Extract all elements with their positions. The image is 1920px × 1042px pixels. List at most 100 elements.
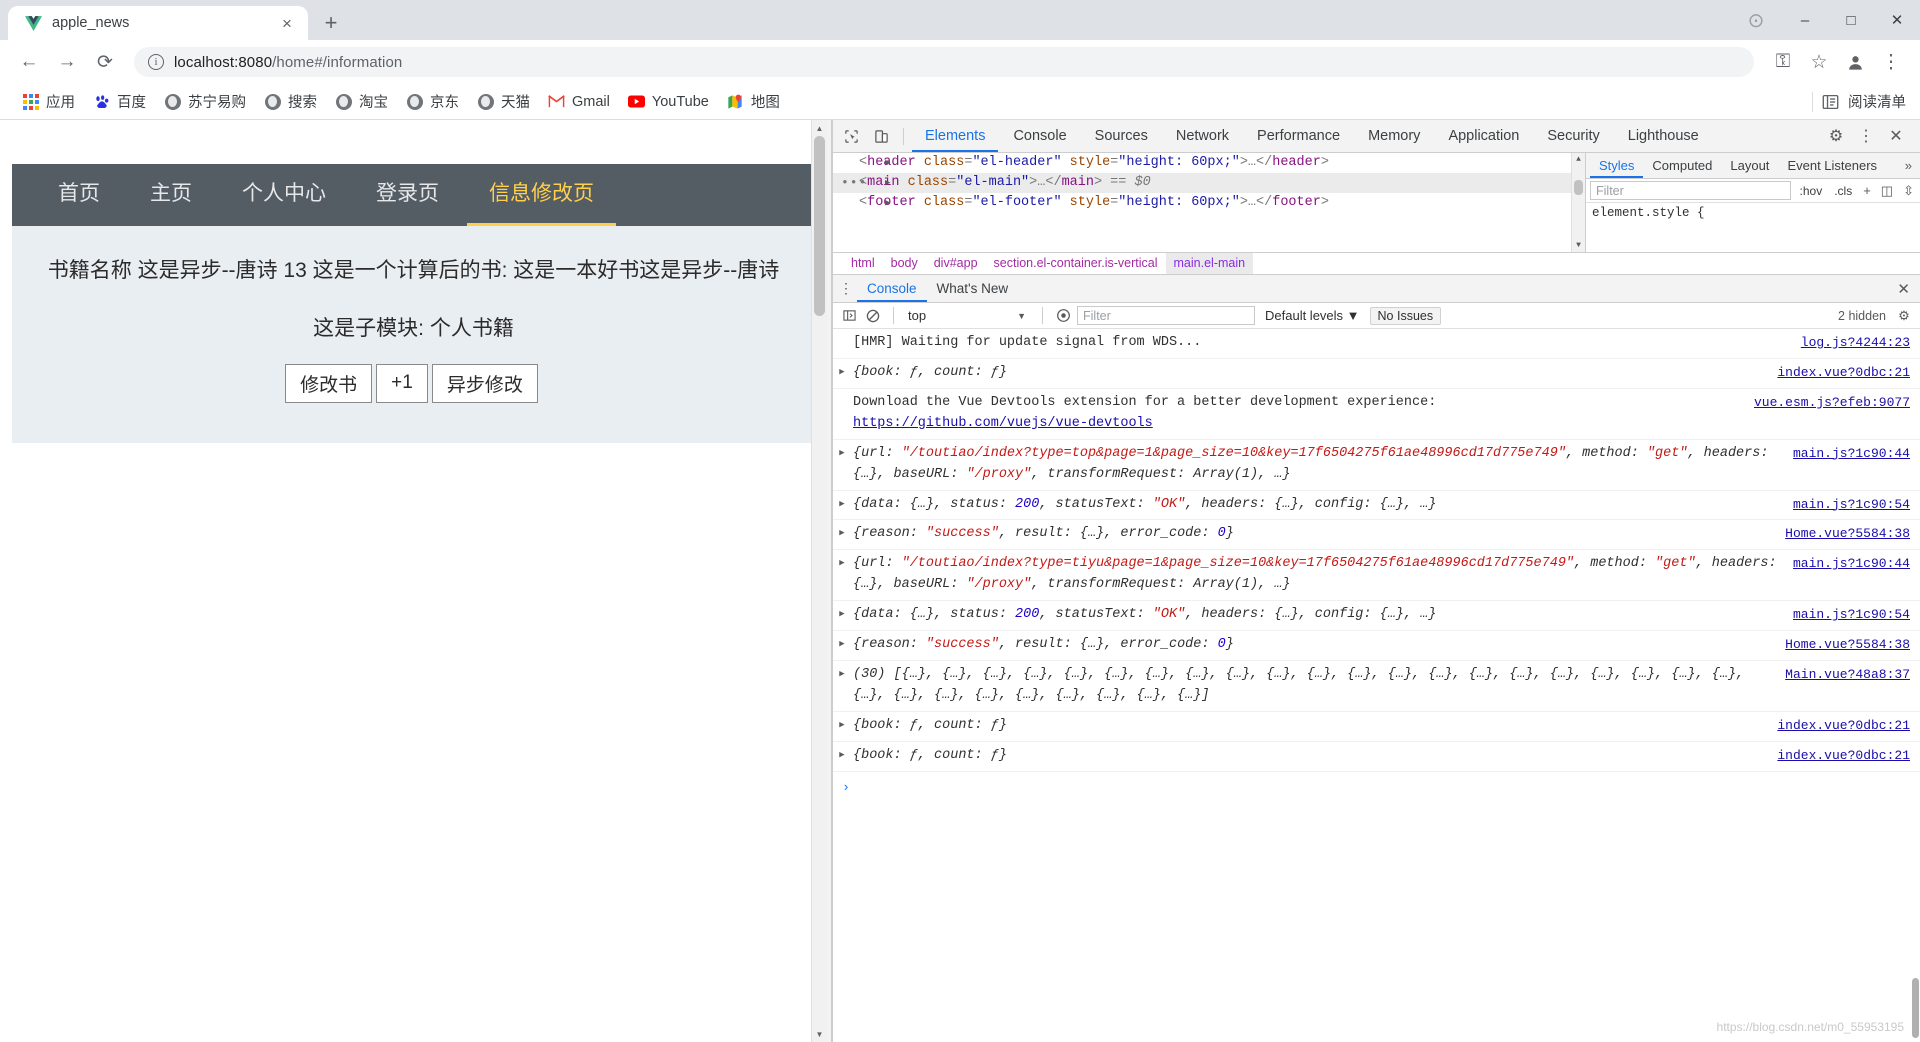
expand-triangle-icon[interactable]: ▶	[833, 665, 851, 707]
console-source-link[interactable]: Home.vue?5584:38	[1773, 635, 1918, 656]
new-style-rule-icon[interactable]: +	[1861, 183, 1873, 198]
console-source-link[interactable]: index.vue?0dbc:21	[1765, 716, 1918, 737]
tab-network[interactable]: Network	[1163, 120, 1242, 152]
expand-triangle-icon[interactable]: ▶	[833, 716, 851, 737]
devtools-menu-icon[interactable]: ⋮	[1852, 123, 1880, 149]
forward-icon[interactable]: →	[50, 45, 84, 79]
breadcrumb-html[interactable]: html	[843, 253, 883, 274]
drawer-tab-console[interactable]: Console	[857, 275, 927, 302]
drawer-close-icon[interactable]: ✕	[1897, 280, 1920, 298]
console-sidebar-icon[interactable]	[839, 306, 859, 326]
async-modify-button[interactable]: 异步修改	[431, 363, 538, 403]
bookmark-search[interactable]: 搜索	[256, 88, 325, 115]
console-source-link[interactable]: index.vue?0dbc:21	[1765, 746, 1918, 767]
console-input[interactable]	[855, 777, 1920, 795]
drawer-menu-icon[interactable]: ⋮	[835, 280, 857, 297]
scroll-thumb[interactable]	[814, 136, 825, 316]
clear-console-icon[interactable]	[863, 306, 883, 326]
scroll-down-arrow[interactable]: ▼	[812, 1026, 827, 1042]
nav-item-personal-center[interactable]: 个人中心	[220, 164, 348, 226]
bookmark-baidu[interactable]: 百度	[85, 88, 154, 115]
tab-security[interactable]: Security	[1534, 120, 1612, 152]
inspect-icon[interactable]	[837, 123, 865, 149]
console-source-link[interactable]: log.js?4244:23	[1789, 333, 1918, 354]
tab-elements[interactable]: Elements	[912, 120, 999, 152]
console-scrollbar-thumb[interactable]	[1912, 978, 1919, 1038]
back-icon[interactable]: ←	[12, 45, 46, 79]
expand-triangle-icon[interactable]: ▶	[833, 495, 851, 516]
hov-toggle[interactable]: :hov	[1797, 184, 1826, 198]
maximize-button[interactable]: □	[1828, 0, 1874, 40]
breadcrumb-section[interactable]: section.el-container.is-vertical	[986, 253, 1166, 274]
bookmark-apps[interactable]: 应用	[14, 88, 83, 115]
dom-node-header[interactable]: ▶ <header class="el-header" style="heigh…	[833, 153, 1585, 173]
profile-icon[interactable]	[1838, 45, 1872, 79]
console-source-link[interactable]: main.js?1c90:44	[1781, 444, 1918, 486]
nav-item-information[interactable]: 信息修改页	[467, 164, 616, 226]
scroll-down-arrow[interactable]: ▼	[1572, 239, 1585, 252]
tab-computed[interactable]: Computed	[1643, 153, 1721, 178]
console-source-link[interactable]: Main.vue?48a8:37	[1773, 665, 1918, 707]
tab-performance[interactable]: Performance	[1244, 120, 1353, 152]
dom-more-icon[interactable]: •••	[841, 173, 867, 193]
expand-triangle-icon[interactable]: ▶	[833, 444, 851, 486]
password-key-icon[interactable]: ⚿	[1766, 45, 1800, 79]
nav-item-login[interactable]: 登录页	[354, 164, 461, 226]
gear-icon[interactable]: ⚙	[1822, 123, 1850, 149]
live-expression-eye-icon[interactable]	[1053, 306, 1073, 326]
cls-toggle[interactable]: .cls	[1831, 184, 1855, 198]
scroll-up-arrow[interactable]: ▲	[812, 120, 827, 136]
devtools-close-icon[interactable]: ✕	[1882, 123, 1910, 149]
expand-triangle-icon[interactable]: ▶	[833, 554, 851, 596]
tab-styles[interactable]: Styles	[1590, 153, 1644, 178]
minimize-button[interactable]: –	[1782, 0, 1828, 40]
increment-button[interactable]: +1	[376, 363, 428, 403]
console-log-entry[interactable]: ▶ {book: ƒ, count: ƒ} index.vue?0dbc:21	[833, 359, 1920, 389]
styles-more-tabs-icon[interactable]: »	[1897, 158, 1920, 173]
address-bar[interactable]: i localhost:8080/home#/information	[134, 47, 1754, 77]
tab-layout[interactable]: Layout	[1721, 153, 1778, 178]
reading-list-button[interactable]: 阅读清单	[1800, 91, 1906, 112]
bookmark-suning[interactable]: 苏宁易购	[156, 88, 254, 115]
vue-devtools-link[interactable]: https://github.com/vuejs/vue-devtools	[853, 416, 1153, 431]
console-log-entry[interactable]: ▶ {data: {…}, status: 200, statusText: "…	[833, 491, 1920, 521]
console-prompt[interactable]: ›	[833, 772, 1920, 800]
console-log-entry[interactable]: ▶ {data: {…}, status: 200, statusText: "…	[833, 601, 1920, 632]
expand-triangle-icon[interactable]: ▶	[833, 363, 851, 384]
bookmark-star-icon[interactable]: ☆	[1802, 45, 1836, 79]
expand-triangle-icon[interactable]: ▶	[833, 605, 851, 626]
expand-triangle-icon[interactable]: ▶	[833, 635, 851, 656]
nav-item-home[interactable]: 首页	[36, 164, 122, 226]
reload-icon[interactable]: ⟳	[88, 45, 122, 79]
console-source-link[interactable]: main.js?1c90:54	[1781, 495, 1918, 516]
tab-memory[interactable]: Memory	[1355, 120, 1433, 152]
console-source-link[interactable]: main.js?1c90:54	[1781, 605, 1918, 626]
page-scrollbar[interactable]: ▲ ▼	[811, 120, 827, 1042]
tab-sources[interactable]: Sources	[1082, 120, 1161, 152]
dom-node-main[interactable]: ••• ▶ <main class="el-main">…</main> == …	[833, 173, 1585, 193]
console-context-selector[interactable]: top ▼	[904, 308, 1032, 323]
styles-settings-icon[interactable]: ⇳	[1901, 183, 1916, 199]
console-log-entry[interactable]: ▶ {reason: "success", result: {…}, error…	[833, 520, 1920, 551]
drawer-tab-whats-new[interactable]: What's New	[927, 275, 1019, 302]
device-toolbar-icon[interactable]	[867, 123, 895, 149]
bookmark-youtube[interactable]: YouTube	[620, 90, 717, 113]
bookmark-jd[interactable]: 京东	[398, 88, 467, 115]
console-log-entry[interactable]: ▶ {book: ƒ, count: ƒ} index.vue?0dbc:21	[833, 712, 1920, 742]
expand-triangle-icon[interactable]: ▶	[885, 193, 890, 213]
tab-application[interactable]: Application	[1435, 120, 1532, 152]
tab-console[interactable]: Console	[1000, 120, 1079, 152]
browser-menu-icon[interactable]: ⋮	[1874, 45, 1908, 79]
console-log-entry[interactable]: [HMR] Waiting for update signal from WDS…	[833, 329, 1920, 359]
dom-node-footer[interactable]: ▶ <footer class="el-footer" style="heigh…	[833, 193, 1585, 213]
circle-icon[interactable]: ⊙	[1730, 0, 1782, 40]
console-settings-gear-icon[interactable]: ⚙	[1894, 306, 1914, 326]
dom-tree-scrollbar[interactable]: ▲ ▼	[1571, 153, 1585, 252]
console-log-entry[interactable]: ▶ (30) [{…}, {…}, {…}, {…}, {…}, {…}, {……	[833, 661, 1920, 712]
nav-item-main[interactable]: 主页	[128, 164, 214, 226]
scroll-thumb[interactable]	[1574, 180, 1583, 195]
chevron-down-icon[interactable]: ▼	[1017, 311, 1032, 321]
console-log-entry[interactable]: ▶ {reason: "success", result: {…}, error…	[833, 631, 1920, 662]
expand-triangle-icon[interactable]: ▶	[885, 153, 890, 173]
browser-tab[interactable]: apple_news ×	[8, 6, 308, 40]
